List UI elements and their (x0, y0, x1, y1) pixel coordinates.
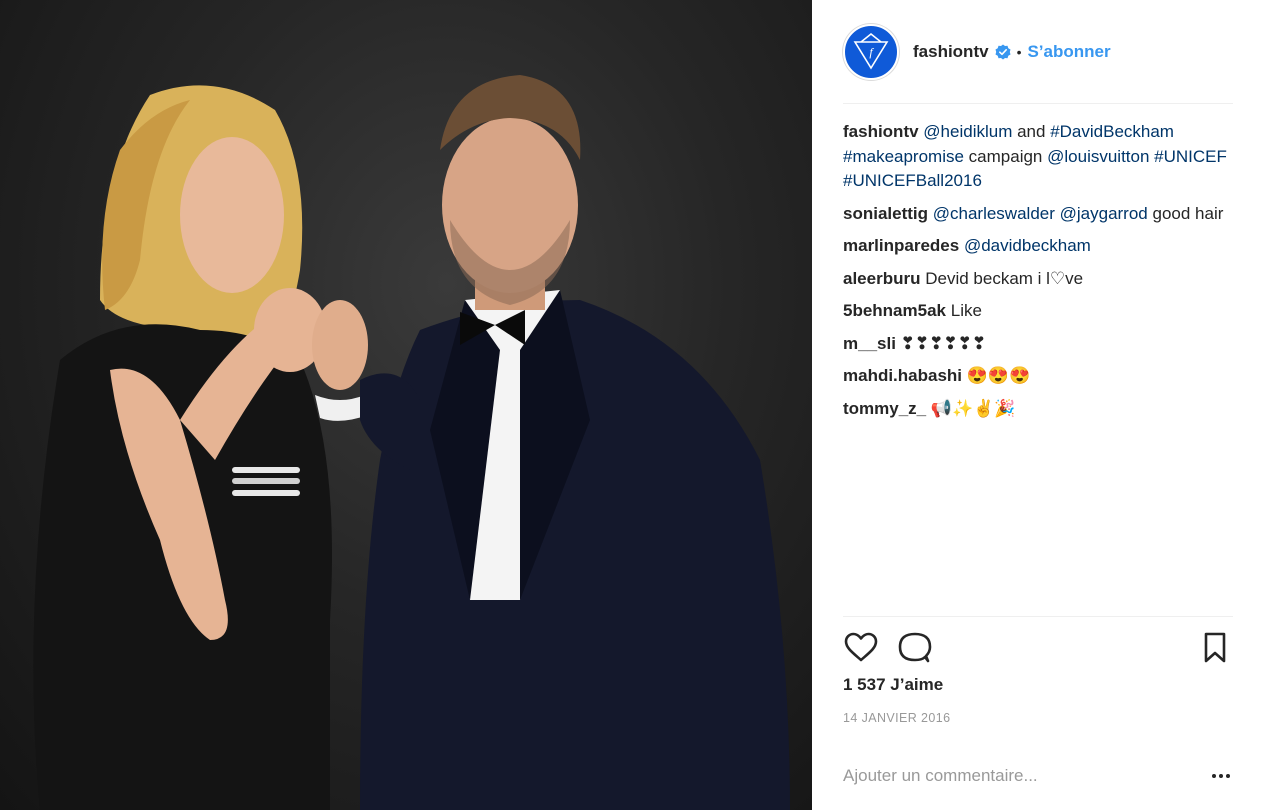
post-date[interactable]: 14 JANVIER 2016 (843, 711, 950, 725)
author-username[interactable]: fashiontv (913, 42, 989, 62)
comment-mention[interactable]: @charleswalder (933, 204, 1055, 223)
comment-text: Devid beckam i l♡ve (925, 268, 1084, 288)
list-item: 5behnam5ak Like (843, 299, 1233, 324)
comment-mention[interactable]: @davidbeckham (964, 236, 1091, 255)
fashiontv-logo-icon: f (853, 32, 889, 70)
list-item: m__sli ❣❣❣❣❣❣ (843, 332, 1233, 357)
comment-username[interactable]: 5behnam5ak (843, 301, 946, 320)
comments-list: fashiontv @heidiklum and #DavidBeckham #… (843, 120, 1233, 429)
comment-username[interactable]: tommy_z_ (843, 399, 926, 418)
caption-mention[interactable]: @louisvuitton (1047, 147, 1149, 166)
caption-text: campaign (963, 146, 1048, 166)
photo-illustration (33, 75, 790, 810)
bookmark-icon[interactable] (1197, 630, 1233, 666)
add-comment-bar (843, 760, 1233, 792)
list-item: marlinparedes @davidbeckham (843, 234, 1233, 259)
more-icon[interactable] (1209, 764, 1233, 788)
comment-text: Like (950, 301, 982, 320)
separator-dot: • (1016, 44, 1022, 60)
post-sidebar: f fashiontv • S’abonner fashiontv @heidi… (812, 0, 1263, 810)
comment-text: ❣❣❣❣❣❣ (900, 333, 987, 353)
post-header: f fashiontv • S’abonner (843, 24, 1233, 80)
caption-text: and (1012, 122, 1051, 141)
comment-username[interactable]: m__sli (843, 334, 896, 353)
list-item: sonialettig @charleswalder @jaygarrod go… (843, 202, 1233, 227)
verified-icon (995, 44, 1011, 60)
post-photo[interactable] (0, 0, 812, 810)
heart-icon[interactable] (843, 630, 879, 666)
caption-username[interactable]: fashiontv (843, 122, 919, 141)
comment-username[interactable]: sonialettig (843, 204, 928, 223)
list-item: aleerburu Devid beckam i l♡ve (843, 267, 1233, 292)
follow-button[interactable]: S’abonner (1027, 42, 1110, 62)
action-bar (843, 630, 1233, 666)
comment-text: 📢✨✌🎉 (930, 398, 1016, 418)
comment-input[interactable] (843, 766, 1209, 786)
caption: fashiontv @heidiklum and #DavidBeckham #… (843, 120, 1233, 194)
comment-text: 😍😍😍 (966, 366, 1031, 385)
actions-divider (843, 616, 1233, 617)
comment-icon[interactable] (897, 630, 933, 666)
caption-mention[interactable]: @heidiklum (923, 122, 1012, 141)
list-item: mahdi.habashi 😍😍😍 (843, 364, 1233, 389)
likes-count[interactable]: 1 537 J’aime (843, 675, 943, 695)
caption-hashtag[interactable]: #UNICEFBall2016 (843, 171, 982, 190)
caption-hashtag[interactable]: #UNICEF (1154, 147, 1227, 166)
comment-mention[interactable]: @jaygarrod (1060, 204, 1148, 223)
comment-username[interactable]: aleerburu (843, 269, 920, 288)
comment-text: good hair (1152, 203, 1224, 223)
header-divider (843, 103, 1233, 104)
avatar[interactable]: f (843, 24, 899, 80)
caption-hashtag[interactable]: #makeapromise (843, 147, 964, 166)
caption-hashtag[interactable]: #DavidBeckham (1050, 122, 1174, 141)
comment-username[interactable]: mahdi.habashi (843, 366, 962, 385)
list-item: tommy_z_ 📢✨✌🎉 (843, 397, 1233, 422)
svg-text:f: f (869, 45, 874, 59)
comment-username[interactable]: marlinparedes (843, 236, 959, 255)
